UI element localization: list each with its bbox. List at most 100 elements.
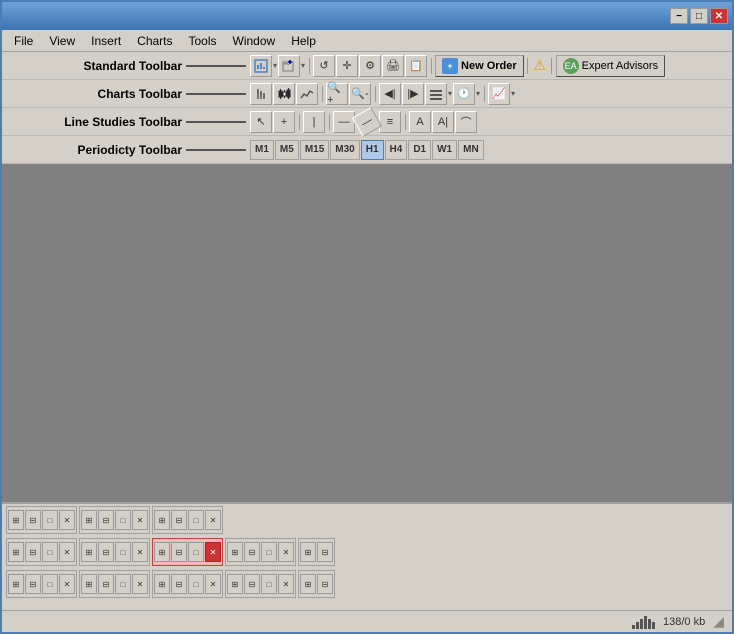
tab-btn-31-3[interactable]: □ [42, 574, 58, 594]
alert-icon[interactable]: ⚠ [532, 58, 548, 74]
tab-btn-24-2[interactable]: ⊟ [244, 542, 260, 562]
scroll-left-btn[interactable]: ◀| [379, 83, 401, 105]
tab-btn-22-2[interactable]: ⊟ [98, 542, 114, 562]
period-m30[interactable]: M30 [330, 140, 359, 160]
period-h4[interactable]: H4 [385, 140, 408, 160]
chart-tab-2-2[interactable]: ⊞ ⊟ □ ✕ [79, 538, 150, 566]
tab-btn-34-2[interactable]: ⊟ [244, 574, 260, 594]
new-chart-dropdown[interactable]: ▾ [273, 61, 277, 70]
tab-btn-11-1[interactable]: ⊞ [8, 510, 24, 530]
line-chart-btn[interactable] [296, 83, 318, 105]
tab-btn-12-close[interactable]: ✕ [132, 510, 148, 530]
tab-btn-33-2[interactable]: ⊟ [171, 574, 187, 594]
indicator-dropdown[interactable]: ▾ [511, 89, 515, 98]
new-order-button[interactable]: + New Order [435, 55, 524, 77]
channel-tool[interactable]: ≡ [379, 111, 401, 133]
chart-tab-1-2[interactable]: ⊞ ⊟ □ ✕ [79, 506, 150, 534]
crosshair-btn[interactable]: ✛ [336, 55, 358, 77]
properties-btn[interactable]: ⚙ [359, 55, 381, 77]
tab-btn-24-close[interactable]: ✕ [278, 542, 294, 562]
tab-btn-23-2[interactable]: ⊟ [171, 542, 187, 562]
scroll-right-btn[interactable]: |▶ [402, 83, 424, 105]
tab-btn-33-close[interactable]: ✕ [205, 574, 221, 594]
tab-btn-13-close[interactable]: ✕ [205, 510, 221, 530]
tab-btn-13-3[interactable]: □ [188, 510, 204, 530]
tab-btn-35-1[interactable]: ⊞ [300, 574, 316, 594]
tab-btn-13-2[interactable]: ⊟ [171, 510, 187, 530]
tab-btn-34-1[interactable]: ⊞ [227, 574, 243, 594]
period-d1[interactable]: D1 [408, 140, 431, 160]
tab-btn-12-3[interactable]: □ [115, 510, 131, 530]
tab-btn-33-3[interactable]: □ [188, 574, 204, 594]
trendline-tool[interactable]: — [352, 106, 382, 136]
indicator-btn[interactable]: 📈 [488, 83, 510, 105]
print2-btn[interactable]: 📋 [405, 55, 427, 77]
expert-advisors-button[interactable]: EA Expert Advisors [556, 55, 665, 77]
text-tool2[interactable]: A| [432, 111, 454, 133]
cursor-tool[interactable]: ↖ [250, 111, 272, 133]
chart-settings-btn[interactable] [425, 83, 447, 105]
tab-btn-22-3[interactable]: □ [115, 542, 131, 562]
tab-btn-31-1[interactable]: ⊞ [8, 574, 24, 594]
clock-dropdown[interactable]: ▾ [476, 89, 480, 98]
menu-help[interactable]: Help [283, 32, 324, 50]
chart-tab-3-1[interactable]: ⊞ ⊟ □ ✕ [6, 570, 77, 598]
zoom-out-btn[interactable]: 🔍- [349, 83, 371, 105]
tab-btn-34-3[interactable]: □ [261, 574, 277, 594]
tab-btn-23-1[interactable]: ⊞ [154, 542, 170, 562]
chart-tab-1-1[interactable]: ⊞ ⊟ □ ✕ [6, 506, 77, 534]
bar-chart-btn[interactable] [250, 83, 272, 105]
maximize-button[interactable]: □ [690, 8, 708, 24]
tab-btn-24-1[interactable]: ⊞ [227, 542, 243, 562]
chart-tab-3-4[interactable]: ⊞ ⊟ □ ✕ [225, 570, 296, 598]
tab-btn-23-3[interactable]: □ [188, 542, 204, 562]
text-tool[interactable]: A [409, 111, 431, 133]
refresh-btn[interactable]: ↺ [313, 55, 335, 77]
menu-file[interactable]: File [6, 32, 41, 50]
tab-btn-12-1[interactable]: ⊞ [81, 510, 97, 530]
chart-settings-dropdown[interactable]: ▾ [448, 89, 452, 98]
close-button[interactable]: ✕ [710, 8, 728, 24]
chart-tab-2-4[interactable]: ⊞ ⊟ □ ✕ [225, 538, 296, 566]
tab-btn-32-close[interactable]: ✕ [132, 574, 148, 594]
new-chart-btn[interactable] [250, 55, 272, 77]
tab-btn-25-1[interactable]: ⊞ [300, 542, 316, 562]
resize-grip[interactable]: ◢ [713, 613, 724, 630]
chart-tab-3-3[interactable]: ⊞ ⊟ □ ✕ [152, 570, 223, 598]
period-m5[interactable]: M5 [275, 140, 299, 160]
minimize-button[interactable]: − [670, 8, 688, 24]
chart-tab-3-5[interactable]: ⊞ ⊟ [298, 570, 335, 598]
tab-btn-31-close[interactable]: ✕ [59, 574, 75, 594]
tab-btn-23-close[interactable]: ✕ [205, 542, 221, 562]
tab-btn-12-2[interactable]: ⊟ [98, 510, 114, 530]
tab-btn-21-close[interactable]: ✕ [59, 542, 75, 562]
menu-insert[interactable]: Insert [83, 32, 129, 50]
chart-tab-3-2[interactable]: ⊞ ⊟ □ ✕ [79, 570, 150, 598]
tab-btn-13-1[interactable]: ⊞ [154, 510, 170, 530]
period-m1[interactable]: M1 [250, 140, 274, 160]
tab-btn-11-3[interactable]: □ [42, 510, 58, 530]
menu-tools[interactable]: Tools [181, 32, 225, 50]
crosshair-tool[interactable]: + [273, 111, 295, 133]
tab-btn-24-3[interactable]: □ [261, 542, 277, 562]
tab-btn-32-2[interactable]: ⊟ [98, 574, 114, 594]
menu-view[interactable]: View [41, 32, 83, 50]
tab-btn-11-close[interactable]: ✕ [59, 510, 75, 530]
open-chart-btn[interactable] [278, 55, 300, 77]
clock-btn[interactable]: 🕐 [453, 83, 475, 105]
print-btn[interactable]: 🖨 [382, 55, 404, 77]
tab-btn-21-3[interactable]: □ [42, 542, 58, 562]
candle-chart-btn[interactable] [273, 83, 295, 105]
period-m15[interactable]: M15 [300, 140, 329, 160]
chart-tab-2-3[interactable]: ⊞ ⊟ □ ✕ [152, 538, 223, 566]
chart-tab-2-1[interactable]: ⊞ ⊟ □ ✕ [6, 538, 77, 566]
horizontal-line-tool[interactable]: — [333, 111, 355, 133]
tab-btn-31-2[interactable]: ⊟ [25, 574, 41, 594]
tab-btn-32-1[interactable]: ⊞ [81, 574, 97, 594]
period-h1[interactable]: H1 [361, 140, 384, 160]
zoom-in-btn[interactable]: 🔍+ [326, 83, 348, 105]
open-chart-dropdown[interactable]: ▾ [301, 61, 305, 70]
tab-btn-34-close[interactable]: ✕ [278, 574, 294, 594]
tab-btn-33-1[interactable]: ⊞ [154, 574, 170, 594]
tab-btn-22-1[interactable]: ⊞ [81, 542, 97, 562]
